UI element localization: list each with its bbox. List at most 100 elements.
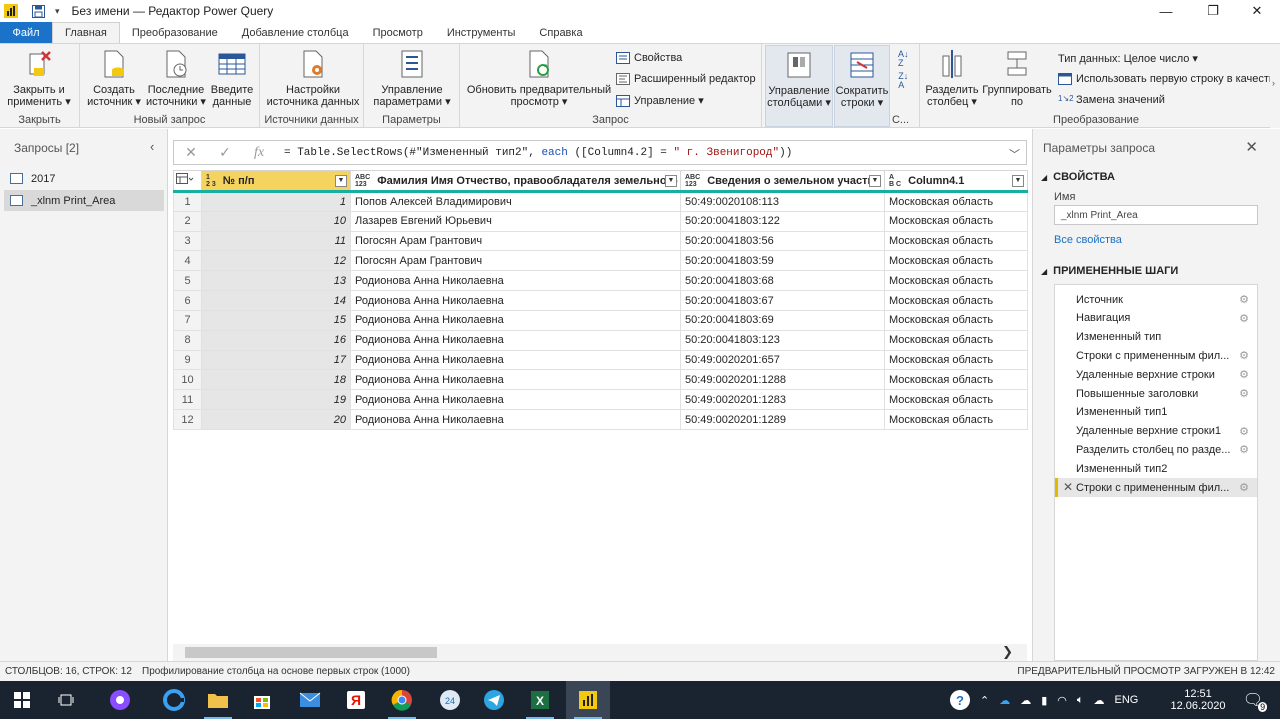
number-cell[interactable]: 10: [201, 210, 351, 232]
tab-view[interactable]: Просмотр: [361, 22, 435, 43]
owner-cell[interactable]: Родионова Анна Николаевна: [350, 309, 681, 331]
applied-steps-section-header[interactable]: ◢ ПРИМЕНЕННЫЕ ШАГИ: [1041, 265, 1178, 277]
manage-parameters-button[interactable]: Управление параметрами ▾: [370, 48, 454, 108]
close-button[interactable]: ✕: [1234, 0, 1280, 22]
formula-input[interactable]: = Table.SelectRows(#"Измененный тип2", e…: [284, 147, 792, 159]
language-indicator[interactable]: ENG: [1115, 694, 1139, 706]
region-cell[interactable]: Московская область: [884, 309, 1028, 331]
column-filter-button[interactable]: ▼: [335, 175, 347, 187]
table-row[interactable]: 1 1 Попов Алексей Владимирович 50:49:002010…: [173, 191, 1028, 212]
table-row[interactable]: 7 15 Родионова Анна Николаевна 50:20:004180…: [173, 309, 1028, 331]
region-cell[interactable]: Московская область: [884, 369, 1028, 391]
number-cell[interactable]: 18: [201, 369, 351, 391]
recent-sources-button[interactable]: Последние источники ▾: [144, 48, 208, 108]
save-icon[interactable]: [32, 4, 45, 18]
region-cell[interactable]: Московская область: [884, 270, 1028, 292]
alice-assistant-button[interactable]: [98, 681, 142, 719]
tab-home[interactable]: Главная: [52, 22, 120, 43]
applied-step[interactable]: Строки с примененным фил... ⚙: [1055, 346, 1257, 365]
number-cell[interactable]: 14: [201, 290, 351, 311]
close-pane-icon[interactable]: ✕: [1245, 138, 1258, 156]
table-menu-button[interactable]: [173, 170, 202, 193]
row-number-cell[interactable]: 4: [173, 250, 202, 272]
manage-columns-button[interactable]: Управление столбцами ▾: [765, 45, 833, 127]
scrollbar-thumb[interactable]: [185, 647, 437, 658]
tab-file[interactable]: Файл: [0, 22, 52, 43]
plot-info-cell[interactable]: 50:49:0020201:1288: [680, 369, 885, 391]
plot-info-cell[interactable]: 50:49:0020201:1283: [680, 389, 885, 411]
owner-cell[interactable]: Попов Алексей Владимирович: [350, 191, 681, 212]
applied-step[interactable]: Удаленные верхние строки1 ⚙: [1055, 422, 1257, 441]
tab-transform[interactable]: Преобразование: [120, 22, 230, 43]
region-cell[interactable]: Московская область: [884, 349, 1028, 371]
applied-step[interactable]: Измененный тип2: [1055, 459, 1257, 478]
applied-step[interactable]: ✕ Строки с примененным фил... ⚙: [1055, 478, 1257, 497]
notifications-button[interactable]: 🗨︎ 9: [1238, 681, 1268, 719]
sort-ascending-icon[interactable]: A↓ Z: [898, 50, 909, 68]
number-cell[interactable]: 17: [201, 349, 351, 371]
manage-query-button[interactable]: Управление ▾: [616, 94, 704, 107]
table-row[interactable]: 10 18 Родионова Анна Николаевна 50:49:00202…: [173, 369, 1028, 391]
replace-values-button[interactable]: 1↘2 Замена значений: [1058, 94, 1165, 106]
applied-step[interactable]: Измененный тип: [1055, 328, 1257, 347]
region-cell[interactable]: Московская область: [884, 191, 1028, 212]
table-row[interactable]: 9 17 Родионова Анна Николаевна 50:49:002020…: [173, 349, 1028, 371]
owner-cell[interactable]: Родионова Анна Николаевна: [350, 329, 681, 351]
power-bi-taskbar-button[interactable]: [566, 681, 610, 719]
step-settings-gear-icon[interactable]: ⚙: [1239, 349, 1249, 362]
number-cell[interactable]: 16: [201, 329, 351, 351]
step-settings-gear-icon[interactable]: ⚙: [1239, 312, 1249, 325]
plot-info-cell[interactable]: 50:20:0041803:68: [680, 270, 885, 292]
number-cell[interactable]: 20: [201, 409, 351, 430]
use-first-row-button[interactable]: Использовать первую строку в качестве: [1058, 73, 1280, 85]
query-name-input[interactable]: _xlnm Print_Area: [1054, 205, 1258, 225]
row-number-cell[interactable]: 3: [173, 230, 202, 252]
plot-info-cell[interactable]: 50:49:0020201:1289: [680, 409, 885, 430]
plot-info-cell[interactable]: 50:20:0041803:59: [680, 250, 885, 272]
maximize-button[interactable]: ❐: [1190, 0, 1236, 22]
horizontal-scrollbar[interactable]: ❯: [173, 644, 1027, 661]
applied-step[interactable]: Разделить столбец по разде... ⚙: [1055, 440, 1257, 459]
table-row[interactable]: 4 12 Погосян Арам Грантович 50:20:0041803:5…: [173, 250, 1028, 272]
column-filter-button[interactable]: ▼: [869, 175, 881, 187]
help-icon[interactable]: ?: [950, 690, 970, 710]
column-header-number[interactable]: 12 3 № п/п ▼: [201, 170, 351, 193]
owner-cell[interactable]: Родионова Анна Николаевна: [350, 270, 681, 292]
advanced-editor-button[interactable]: Расширенный редактор: [616, 73, 756, 85]
number-cell[interactable]: 11: [201, 230, 351, 252]
owner-cell[interactable]: Родионова Анна Николаевна: [350, 290, 681, 311]
properties-section-header[interactable]: ◢ СВОЙСТВА: [1041, 171, 1115, 183]
commit-formula-icon[interactable]: ✓: [208, 144, 242, 161]
region-cell[interactable]: Московская область: [884, 230, 1028, 252]
step-settings-gear-icon[interactable]: ⚙: [1239, 425, 1249, 438]
plot-info-cell[interactable]: 50:20:0041803:122: [680, 210, 885, 232]
telegram-button[interactable]: [472, 681, 516, 719]
quick-access-dropdown-icon[interactable]: ▾: [55, 6, 60, 17]
minimize-button[interactable]: —: [1143, 0, 1189, 22]
number-cell[interactable]: 15: [201, 309, 351, 331]
owner-cell[interactable]: Родионова Анна Николаевна: [350, 389, 681, 411]
yandex-browser-button[interactable]: Я: [334, 681, 378, 719]
region-cell[interactable]: Московская область: [884, 329, 1028, 351]
plot-info-cell[interactable]: 50:20:0041803:67: [680, 290, 885, 311]
tab-add-column[interactable]: Добавление столбца: [230, 22, 361, 43]
column-filter-button[interactable]: ▼: [665, 175, 677, 187]
region-cell[interactable]: Московская область: [884, 409, 1028, 430]
applied-step[interactable]: Источник ⚙: [1055, 290, 1257, 309]
enter-data-button[interactable]: Введите данные: [208, 48, 256, 108]
query-item-print-area[interactable]: _xlnm Print_Area: [4, 190, 164, 211]
chrome-button[interactable]: [380, 681, 424, 719]
region-cell[interactable]: Московская область: [884, 389, 1028, 411]
delete-step-icon[interactable]: ✕: [1063, 480, 1073, 494]
cloud-icon[interactable]: ☁: [1020, 694, 1031, 707]
row-number-cell[interactable]: 6: [173, 290, 202, 311]
task-view-button[interactable]: [44, 681, 88, 719]
step-settings-gear-icon[interactable]: ⚙: [1239, 387, 1249, 400]
row-number-cell[interactable]: 8: [173, 329, 202, 351]
excel-button[interactable]: X: [518, 681, 562, 719]
row-number-cell[interactable]: 7: [173, 309, 202, 331]
start-button[interactable]: [0, 681, 44, 719]
applied-step[interactable]: Повышенные заголовки ⚙: [1055, 384, 1257, 403]
row-number-cell[interactable]: 12: [173, 409, 202, 430]
number-cell[interactable]: 13: [201, 270, 351, 292]
